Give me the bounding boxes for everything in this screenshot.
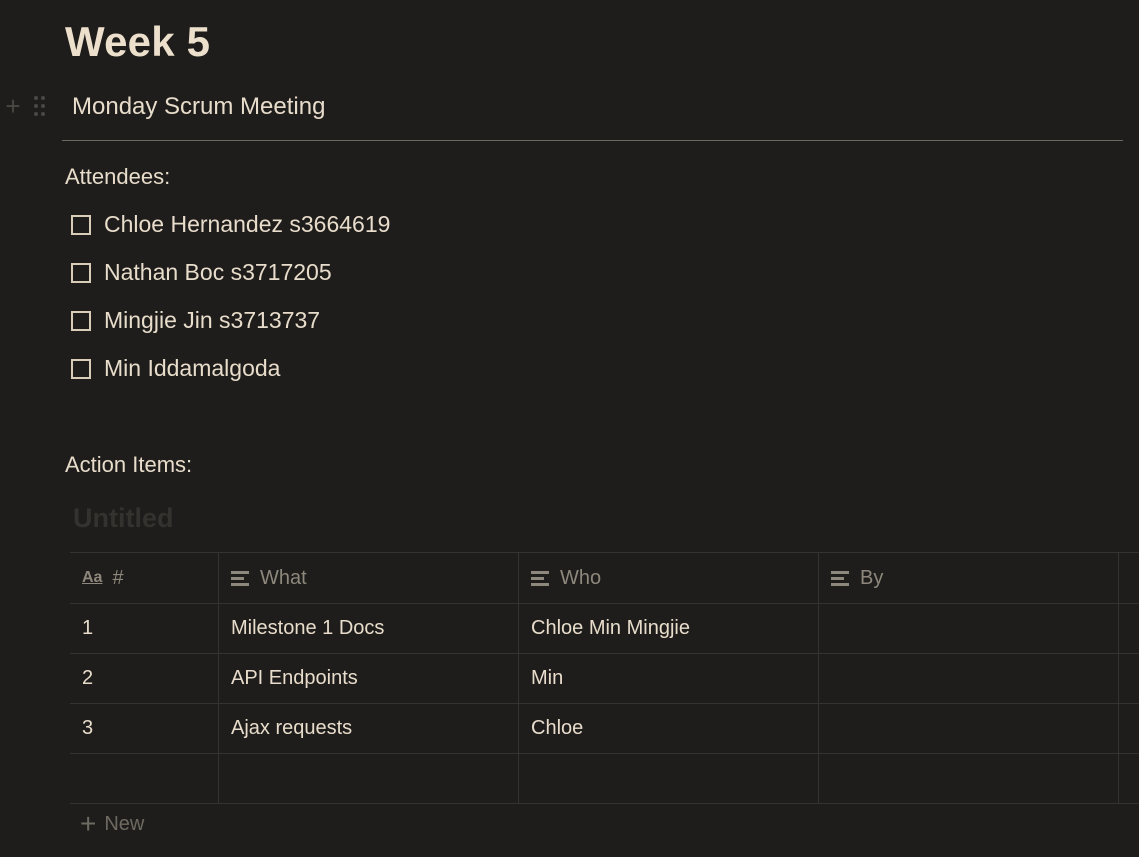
- column-header-label: What: [260, 566, 307, 589]
- add-column-cell[interactable]: [1119, 553, 1139, 603]
- page-title[interactable]: Week 5: [65, 18, 210, 66]
- cell-by[interactable]: [819, 754, 1119, 803]
- column-header-label: By: [860, 566, 884, 589]
- cell-spacer: [1119, 654, 1139, 703]
- cell-what[interactable]: [219, 754, 519, 803]
- table-row[interactable]: 2 API Endpoints Min: [70, 654, 1139, 704]
- todo-text[interactable]: Mingjie Jin s3713737: [104, 307, 320, 334]
- cell-number[interactable]: [70, 754, 219, 803]
- cell-who[interactable]: Chloe: [519, 704, 819, 753]
- database-title[interactable]: Untitled: [73, 503, 174, 534]
- checkbox[interactable]: [71, 214, 91, 235]
- cell-by[interactable]: [819, 604, 1119, 653]
- table-row[interactable]: 1 Milestone 1 Docs Chloe Min Mingjie: [70, 604, 1139, 654]
- text-property-icon: [831, 570, 849, 586]
- drag-handle-icon[interactable]: [34, 96, 45, 116]
- cell-who[interactable]: [519, 754, 819, 803]
- todo-text[interactable]: Chloe Hernandez s3664619: [104, 211, 390, 238]
- checkbox[interactable]: [71, 262, 91, 283]
- subheading[interactable]: Monday Scrum Meeting: [72, 93, 325, 121]
- action-items-table: Aa # What Who By 1 Milestone 1 Docs Chlo…: [70, 552, 1139, 804]
- table-row[interactable]: 3 Ajax requests Chloe: [70, 704, 1139, 754]
- checkbox[interactable]: [71, 310, 91, 331]
- cell-spacer: [1119, 604, 1139, 653]
- cell-what[interactable]: API Endpoints: [219, 654, 519, 703]
- todo-item: Mingjie Jin s3713737: [71, 307, 320, 334]
- cell-who[interactable]: Min: [519, 654, 819, 703]
- cell-by[interactable]: [819, 704, 1119, 753]
- column-header-by[interactable]: By: [819, 553, 1119, 603]
- column-header-who[interactable]: Who: [519, 553, 819, 603]
- divider: [62, 140, 1123, 141]
- todo-text[interactable]: Min Iddamalgoda: [104, 355, 280, 382]
- column-header-label: Who: [560, 566, 602, 589]
- column-header-label: #: [112, 566, 124, 589]
- text-property-icon: [531, 570, 549, 586]
- block-handle: +: [2, 93, 45, 119]
- text-property-icon: [231, 570, 249, 586]
- cell-number[interactable]: 3: [70, 704, 219, 753]
- todo-item: Nathan Boc s3717205: [71, 259, 332, 286]
- checkbox[interactable]: [71, 358, 91, 379]
- cell-who[interactable]: Chloe Min Mingjie: [519, 604, 819, 653]
- cell-what[interactable]: Ajax requests: [219, 704, 519, 753]
- cell-number[interactable]: 1: [70, 604, 219, 653]
- notion-page: Week 5 + Monday Scrum Meeting Attendees:…: [0, 0, 1139, 857]
- title-property-icon: Aa: [82, 569, 103, 586]
- todo-text[interactable]: Nathan Boc s3717205: [104, 259, 332, 286]
- cell-what[interactable]: Milestone 1 Docs: [219, 604, 519, 653]
- todo-item: Chloe Hernandez s3664619: [71, 211, 390, 238]
- column-header-what[interactable]: What: [219, 553, 519, 603]
- cell-spacer: [1119, 754, 1139, 803]
- add-block-icon[interactable]: +: [2, 93, 24, 119]
- new-row-label: New: [104, 812, 145, 835]
- cell-spacer: [1119, 704, 1139, 753]
- attendees-label: Attendees:: [65, 164, 171, 189]
- cell-number[interactable]: 2: [70, 654, 219, 703]
- new-row-button[interactable]: + New: [80, 810, 144, 838]
- empty-table-row[interactable]: [70, 754, 1139, 804]
- column-header-number[interactable]: Aa #: [70, 553, 219, 603]
- cell-by[interactable]: [819, 654, 1119, 703]
- table-header-row: Aa # What Who By: [70, 552, 1139, 604]
- plus-icon: +: [80, 808, 97, 839]
- action-items-label: Action Items:: [65, 452, 193, 477]
- todo-item: Min Iddamalgoda: [71, 355, 280, 382]
